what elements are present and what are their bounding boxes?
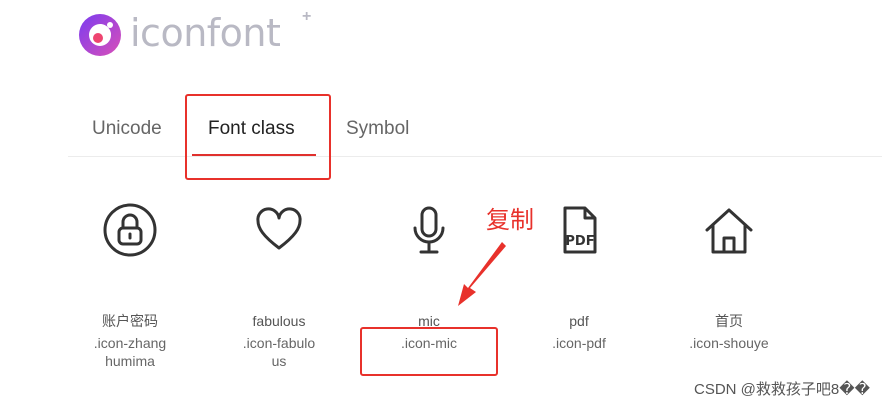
highlight-box-font-class: [185, 94, 331, 180]
icon-name: pdf: [569, 313, 589, 329]
home-icon: [705, 208, 753, 254]
icon-card-fabulous[interactable]: fabulous .icon-fabulous: [209, 200, 349, 370]
pdf-icon: PDF: [563, 206, 597, 254]
logo-text: iconfont: [130, 11, 281, 55]
tab-symbol[interactable]: Symbol: [346, 118, 409, 140]
icon-class: .icon-shouye: [689, 335, 769, 351]
annotation-arrow-icon: [458, 242, 506, 306]
icon-class: .icon-pdf: [552, 335, 606, 351]
icon-card-zhanghumima[interactable]: 账户密码 .icon-zhanghumima: [60, 200, 200, 370]
tab-unicode[interactable]: Unicode: [92, 118, 162, 140]
pdf-glyph-text: PDF: [565, 234, 594, 249]
icon-class: .icon-fabulous: [242, 335, 316, 369]
iconfont-logo[interactable]: iconfont +: [78, 8, 311, 58]
annotation-copy-label: 复制: [486, 206, 534, 234]
icon-name: 首页: [715, 313, 743, 329]
icon-name: fabulous: [252, 313, 306, 329]
iconfont-logo-icon: [79, 14, 121, 56]
icon-card-shouye[interactable]: 首页 .icon-shouye: [659, 200, 799, 352]
csdn-watermark: CSDN @救救孩子吧8��: [693, 381, 870, 398]
heart-icon: [256, 207, 302, 250]
highlight-box-icon-mic: [360, 327, 498, 376]
logo-plus: +: [302, 8, 312, 25]
icon-name: 账户密码: [102, 313, 158, 329]
icon-class: .icon-zhanghumima: [93, 335, 167, 369]
lock-circle-icon: [103, 203, 157, 257]
